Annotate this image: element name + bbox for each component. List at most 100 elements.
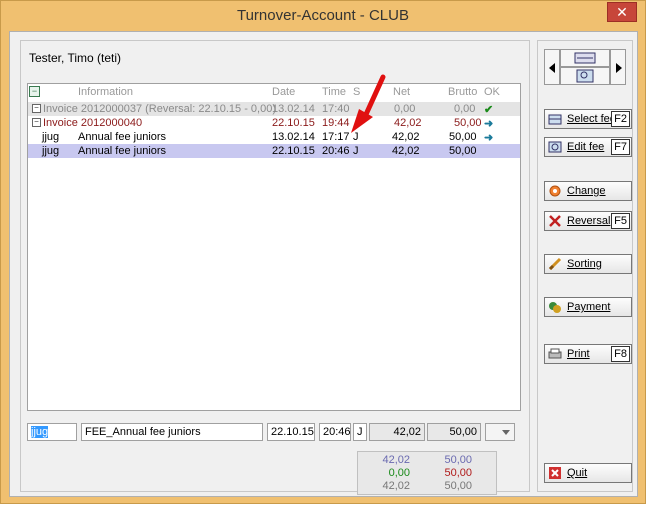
select-fee-button[interactable]: Select fee F2 — [544, 109, 632, 129]
print-label: Print — [567, 348, 590, 360]
printer-icon — [548, 348, 562, 359]
table-row-selected[interactable]: jjug Annual fee juniors 22.10.15 20:46 J… — [28, 144, 520, 158]
row-brutto: 50,00 — [454, 117, 482, 129]
shortcut-f5: F5 — [611, 213, 630, 229]
row-time: 17:17 — [322, 131, 350, 143]
row-date: 22.10.15 — [272, 145, 315, 157]
reversal-label: Reversal — [567, 215, 611, 227]
time-field[interactable]: 20:46 — [319, 423, 351, 441]
header-net[interactable]: Net — [393, 86, 410, 98]
close-button[interactable]: ✕ — [607, 2, 637, 22]
member-name: Tester, Timo (teti) — [29, 51, 122, 65]
print-button[interactable]: Print F8 — [544, 344, 632, 364]
money-icon — [549, 302, 561, 313]
client-area: Tester, Timo (teti) − Information Date T… — [9, 31, 638, 497]
arrow-right-icon: ➜ — [484, 132, 494, 144]
shortcut-f2: F2 — [611, 111, 630, 127]
row-brutto: 50,00 — [449, 145, 477, 157]
sorting-button[interactable]: Sorting — [544, 254, 632, 274]
collapse-all-icon[interactable]: − — [29, 86, 40, 97]
s-field[interactable]: J — [353, 423, 367, 441]
header-s[interactable]: S — [353, 86, 360, 98]
header-brutto[interactable]: Brutto — [448, 86, 477, 98]
exit-icon — [549, 467, 561, 479]
total-net-1: 42,02 — [382, 454, 410, 466]
total-net-3: 42,02 — [382, 480, 410, 492]
row-brutto: 50,00 — [449, 131, 477, 143]
row-time: 20:46 — [322, 145, 350, 157]
reversal-button[interactable]: Reversal F5 — [544, 211, 632, 231]
edit-fee-label: Edit fee — [567, 141, 605, 153]
header-information[interactable]: Information — [78, 86, 133, 98]
previous-button[interactable] — [544, 49, 560, 85]
change-icon — [549, 185, 561, 197]
triangle-left-icon — [549, 63, 555, 73]
row-brutto: 0,00 — [454, 103, 476, 115]
cross-icon — [549, 215, 561, 227]
brutto-field: 50,00 — [427, 423, 481, 441]
totals-box: 42,02 50,00 0,00 50,00 42,02 50,00 — [357, 451, 497, 495]
total-brutto-3: 50,00 — [444, 480, 472, 492]
turnover-grid[interactable]: − Information Date Time S Net Brutto OK … — [27, 83, 521, 411]
row-date: 13.02.14 — [272, 103, 315, 115]
fee-code-field[interactable]: jjug — [27, 423, 77, 441]
row-info: Invoice 2012000040 — [43, 117, 143, 129]
header-date[interactable]: Date — [272, 86, 295, 98]
row-net: 42,02 — [392, 131, 420, 143]
header-time[interactable]: Time — [322, 86, 346, 98]
total-net-2: 0,00 — [388, 467, 410, 479]
row-time: 19:44 — [322, 117, 350, 129]
change-button[interactable]: Change — [544, 181, 632, 201]
search-icon — [576, 69, 594, 83]
select-fee-label: Select fee — [567, 113, 616, 125]
app-window: Turnover-Account - CLUB ✕ Tester, Timo (… — [0, 0, 646, 504]
action-panel: Select fee F2 Edit fee F7 Change Reversa… — [537, 40, 633, 492]
arrow-right-icon: ➜ — [484, 118, 494, 130]
payment-label: Payment — [567, 301, 611, 313]
row-s: J — [353, 145, 359, 157]
quit-button[interactable]: Quit — [544, 463, 632, 483]
next-button[interactable] — [610, 49, 626, 85]
row-code: jjug — [42, 131, 60, 143]
fee-description-field[interactable]: FEE_Annual fee juniors — [81, 423, 263, 441]
tree-collapse-icon[interactable]: − — [32, 118, 41, 127]
row-time: 17:40 — [322, 103, 350, 115]
list-view-button[interactable] — [560, 49, 610, 67]
table-icon — [548, 114, 562, 125]
row-net: 0,00 — [394, 103, 416, 115]
tree-collapse-icon[interactable]: − — [32, 104, 41, 113]
chevron-down-icon — [502, 430, 510, 435]
account-panel: Tester, Timo (teti) − Information Date T… — [20, 40, 530, 495]
row-info: Annual fee juniors — [78, 145, 167, 157]
detail-view-button[interactable] — [560, 67, 610, 85]
row-date: 22.10.15 — [272, 117, 315, 129]
sorting-label: Sorting — [567, 258, 602, 270]
table-row[interactable]: jjug Annual fee juniors 13.02.14 17:17 J… — [28, 130, 520, 144]
ok-dropdown[interactable] — [485, 423, 515, 441]
row-code: jjug — [42, 145, 60, 157]
window-title: Turnover-Account - CLUB — [236, 7, 409, 24]
total-brutto-2: 50,00 — [444, 467, 472, 479]
list-icon — [574, 52, 596, 64]
row-date: 13.02.14 — [272, 131, 315, 143]
edit-row: jjug FEE_Annual fee juniors 22.10.15 20:… — [27, 423, 521, 445]
shortcut-f8: F8 — [611, 346, 630, 362]
date-field[interactable]: 22.10.15 — [267, 423, 315, 441]
quit-label: Quit — [567, 467, 588, 479]
edit-fee-button[interactable]: Edit fee F7 — [544, 137, 632, 157]
row-s: J — [353, 131, 359, 143]
table-row[interactable]: − Invoice 2012000040 22.10.15 19:44 42,0… — [28, 116, 520, 130]
ok-check-icon: ✔ — [484, 104, 494, 116]
payment-button[interactable]: Payment — [544, 297, 632, 317]
row-net: 42,02 — [392, 145, 420, 157]
header-ok[interactable]: OK — [484, 86, 500, 98]
row-info: Invoice 2012000037 (Reversal: 22.10.15 -… — [43, 103, 276, 115]
grid-header: − Information Date Time S Net Brutto OK — [28, 84, 520, 100]
shortcut-f7: F7 — [611, 139, 630, 155]
sort-icon — [548, 257, 562, 271]
table-row[interactable]: − Invoice 2012000037 (Reversal: 22.10.15… — [28, 102, 520, 116]
total-brutto-1: 50,00 — [444, 454, 472, 466]
change-label: Change — [567, 185, 606, 197]
row-info: Annual fee juniors — [78, 131, 167, 143]
edit-icon — [548, 141, 562, 153]
